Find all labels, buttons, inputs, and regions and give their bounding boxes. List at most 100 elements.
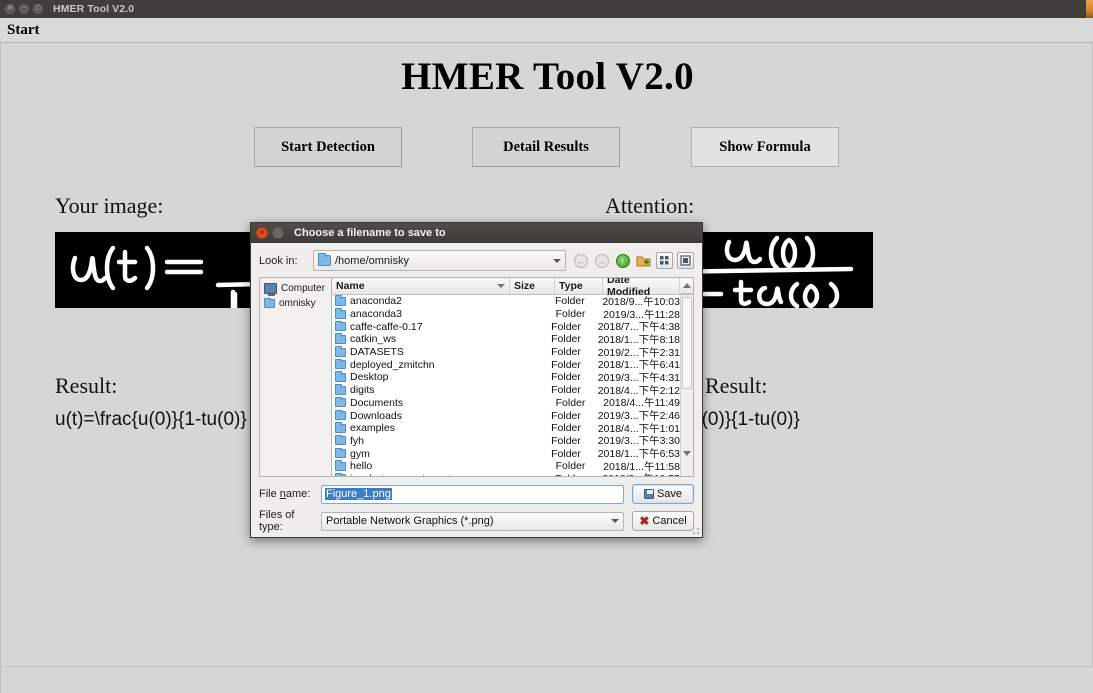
file-name-label: caffe-caffe-0.17 [350,320,423,333]
file-name-cell: incubator-mxnet-master [332,472,508,476]
folder-icon [318,253,331,266]
menu-item-start[interactable]: Start [0,22,40,39]
file-type-cell: Folder [551,409,581,422]
titlebar-corner-accent [1086,0,1093,18]
sidebar-item-omnisky[interactable]: omnisky [262,296,329,311]
file-list-header: Name Size Type Date Modified [332,278,693,298]
menubar: Start [0,18,1093,43]
file-name-label: deployed_zmitchn [350,358,435,371]
file-name-label: Desktop [350,371,389,384]
detail-view-icon[interactable] [677,252,694,269]
save-button[interactable]: Save [632,484,694,504]
folder-icon [335,434,346,446]
filename-input[interactable]: Figure_1.png [321,484,624,504]
folder-icon [335,472,346,476]
chevron-down-icon [611,519,619,523]
dialog-maximize-icon[interactable]: □ [272,227,284,239]
window-controls: ✕ − □ [0,4,43,14]
attention-label: Attention: [605,193,695,218]
file-name-cell: anaconda3 [332,308,508,320]
column-header-date-modified[interactable]: Date Modified [603,278,680,298]
file-name-cell: fyh [332,434,505,447]
file-type-cell: Folder [551,371,581,384]
sort-descending-icon [497,284,505,288]
file-name-label: digits [350,384,375,397]
lookin-row: Look in: /home/omnisky ← → ↑ [259,250,694,271]
file-name-cell: Downloads [332,409,505,422]
file-type-cell: Folder [551,320,581,333]
file-name-cell: hello [332,460,508,472]
file-date-cell: 2018/9...午10:55 [599,471,680,476]
table-row[interactable]: incubator-mxnet-master Folder2018/9...午10… [332,471,680,476]
file-name-label: Documents [350,396,404,409]
folder-icon [335,320,346,332]
file-name-cell: digits [332,384,505,396]
folder-icon [335,371,346,382]
dialog-body: Look in: /home/omnisky ← → ↑ Computer om… [251,243,702,546]
folder-icon [335,396,346,408]
file-name-label: examples [350,422,395,435]
chevron-down-icon [683,451,691,473]
filetype-value: Portable Network Graphics (*.png) [326,515,494,527]
filetype-row: Files of type: Portable Network Graphics… [259,509,694,533]
result-label-right: Result: [705,373,768,398]
result-value-left: u(t)=\frac{u(0)}{1-tu(0)} [55,409,247,430]
close-icon[interactable]: ✕ [5,4,15,14]
filename-value: Figure_1.png [325,488,392,500]
lookin-value: /home/omnisky [335,254,409,267]
result-label-left: Result: [55,373,118,398]
resize-grip[interactable] [690,525,700,535]
column-header-size[interactable]: Size [510,278,555,294]
show-formula-button[interactable]: Show Formula [691,127,839,167]
cancel-button[interactable]: ✖ Cancel [632,511,694,531]
detail-results-button[interactable]: Detail Results [472,127,620,167]
folder-icon [335,409,346,421]
file-name-label: gym [350,447,370,460]
file-name-label: anaconda2 [350,295,402,308]
chevron-up-icon [682,283,691,288]
window-titlebar: ✕ − □ HMER Tool V2.0 [0,0,1093,18]
scroll-down-button[interactable] [683,451,691,476]
dialog-close-icon[interactable]: ✕ [256,227,268,239]
filetype-label: Files of type: [259,509,295,533]
file-type-cell: Folder [552,473,599,476]
file-name-label: catkin_ws [350,333,397,346]
file-name-label: Downloads [350,409,402,422]
file-name-cell: examples [332,422,505,434]
dialog-sidebar: Computer omnisky [259,277,331,477]
folder-icon [335,447,346,459]
file-type-cell: Folder [551,434,581,447]
start-detection-button[interactable]: Start Detection [254,127,402,167]
sidebar-item-computer[interactable]: Computer [262,281,329,296]
filetype-combobox[interactable]: Portable Network Graphics (*.png) [321,511,624,531]
parent-directory-icon[interactable]: ↑ [614,252,631,269]
folder-icon [335,384,346,395]
column-header-name[interactable]: Name [332,278,510,294]
forward-icon[interactable]: → [593,252,610,269]
lookin-combobox[interactable]: /home/omnisky [313,250,566,271]
filename-row: File name: Figure_1.png Save [259,484,694,504]
page-title: HMER Tool V2.0 [401,55,694,98]
sidebar-item-label: omnisky [279,298,316,309]
column-label: Name [336,280,365,292]
sidebar-item-label: Computer [281,283,325,294]
minimize-icon[interactable]: − [19,4,29,14]
folder-icon [335,460,346,471]
maximize-icon[interactable]: □ [33,4,43,14]
folder-icon [335,333,346,344]
file-list-scrollbar[interactable] [680,295,693,476]
column-header-type[interactable]: Type [555,278,603,294]
scroll-up-button[interactable] [680,278,693,294]
dialog-footer: File name: Figure_1.png Save Files of ty… [259,484,694,533]
scrollbar-thumb[interactable] [682,297,692,389]
result-value-right: u(0)}{1-tu(0)} [691,409,800,430]
dialog-toolbar: ← → ↑ [572,252,694,269]
list-view-icon[interactable] [656,252,673,269]
file-name-label: hello [350,460,373,473]
dialog-title: Choose a filename to save to [294,227,446,239]
computer-icon [264,283,277,296]
folder-icon [335,308,346,319]
dialog-center: Computer omnisky Name Size Type Date Mod… [259,277,694,477]
new-folder-icon[interactable] [635,252,652,269]
back-icon[interactable]: ← [572,252,589,269]
